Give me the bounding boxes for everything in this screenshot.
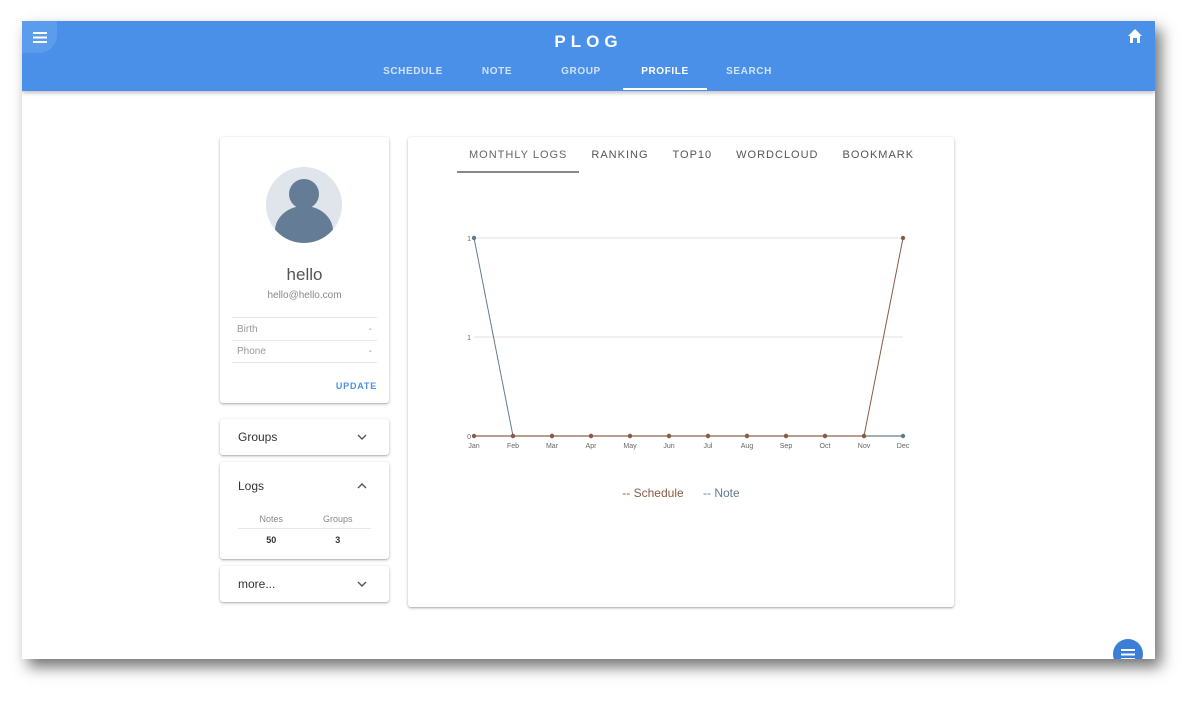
update-button[interactable]: UPDATE [336, 381, 377, 391]
data-point-schedule [588, 433, 594, 439]
birth-row: Birth - [232, 317, 377, 340]
x-tick-label: Jul [704, 443, 713, 450]
tab-top10[interactable]: TOP10 [661, 137, 725, 173]
data-point-schedule [627, 433, 633, 439]
chart-legend: -- Schedule -- Note [408, 486, 954, 500]
y-tick-label: 1 [467, 335, 471, 342]
data-point-schedule [666, 433, 672, 439]
phone-row: Phone - [232, 340, 377, 363]
x-tick-label: Nov [858, 443, 871, 450]
avatar [266, 167, 342, 243]
birth-label: Birth [237, 323, 258, 335]
more-panel-header[interactable]: more... [220, 566, 389, 602]
data-point-schedule [549, 433, 555, 439]
tab-monthly-logs[interactable]: MONTHLY LOGS [457, 137, 580, 173]
data-point-schedule [705, 433, 711, 439]
notes-header: Notes [259, 514, 283, 524]
profile-email: hello@hello.com [267, 290, 342, 301]
legend-schedule: -- Schedule [622, 486, 684, 500]
groups-panel-header[interactable]: Groups [220, 419, 389, 455]
x-tick-label: Jun [663, 443, 674, 450]
logs-table-header: Notes Groups [238, 514, 371, 529]
groups-panel-label: Groups [238, 430, 278, 444]
y-tick-label: 1 [467, 236, 471, 243]
profile-name: hello [286, 265, 323, 284]
chart-card: MONTHLY LOGS RANKING TOP10 WORDCLOUD BOO… [408, 137, 954, 607]
x-tick-label: Oct [820, 443, 831, 450]
data-point-schedule [510, 433, 516, 439]
birth-value: - [368, 323, 372, 335]
data-point-schedule [744, 433, 750, 439]
groups-header: Groups [322, 514, 353, 524]
app-window: PLOG SCHEDULE NOTE GROUP PROFILE SEARCH … [22, 21, 1155, 659]
x-tick-label: Aug [741, 443, 754, 450]
data-point-schedule [900, 235, 906, 241]
data-point-schedule [783, 433, 789, 439]
logs-panel: Logs Notes Groups 50 3 [220, 462, 389, 559]
app-title: PLOG [554, 32, 623, 51]
logs-table: Notes Groups 50 3 [238, 514, 371, 551]
data-point-schedule [861, 433, 867, 439]
profile-card: hello hello@hello.com Birth - Phone - UP… [220, 137, 389, 403]
x-tick-label: May [623, 443, 637, 450]
nav-tab-profile[interactable]: PROFILE [623, 59, 707, 91]
tab-bookmark[interactable]: BOOKMARK [831, 137, 927, 173]
data-point-note [900, 433, 906, 439]
app-bar: PLOG SCHEDULE NOTE GROUP PROFILE SEARCH [22, 21, 1155, 91]
legend-note: -- Note [703, 486, 740, 500]
phone-label: Phone [237, 346, 266, 357]
chevron-down-icon [357, 581, 367, 587]
chart-tabs: MONTHLY LOGS RANKING TOP10 WORDCLOUD BOO… [457, 137, 926, 173]
nav-tab-note[interactable]: NOTE [455, 59, 539, 91]
x-tick-label: Apr [586, 443, 598, 450]
groups-count: 3 [335, 535, 341, 545]
y-tick-label: 0 [467, 434, 471, 441]
fab-menu-button[interactable] [1113, 639, 1143, 659]
logs-table-row: 50 3 [238, 529, 371, 551]
nav-tab-search[interactable]: SEARCH [707, 59, 791, 91]
tab-ranking[interactable]: RANKING [579, 137, 660, 173]
more-panel[interactable]: more... [220, 566, 389, 602]
nav-tab-schedule[interactable]: SCHEDULE [371, 59, 455, 91]
menu-icon [1121, 648, 1135, 659]
data-point-note [471, 235, 477, 241]
logs-panel-header[interactable]: Logs [220, 462, 389, 510]
logs-panel-label: Logs [238, 479, 265, 493]
user-icon [275, 179, 333, 243]
monthly-logs-chart: 0 1 1 Jan Feb Mar Apr May Jun Jul Aug Sep Oct Nov Dec [467, 235, 910, 450]
more-panel-label: more... [238, 577, 276, 591]
tab-wordcloud[interactable]: WORDCLOUD [724, 137, 830, 173]
notes-count: 50 [266, 535, 277, 545]
data-point-schedule [822, 433, 828, 439]
x-tick-label: Dec [897, 443, 910, 450]
x-tick-label: Jan [468, 443, 479, 450]
main-nav-tabs: SCHEDULE NOTE GROUP PROFILE SEARCH [371, 59, 791, 91]
data-point-schedule [471, 433, 477, 439]
nav-tab-group[interactable]: GROUP [539, 59, 623, 91]
groups-panel[interactable]: Groups [220, 419, 389, 455]
x-tick-label: Sep [780, 443, 793, 450]
x-tick-label: Mar [546, 443, 559, 450]
x-tick-label: Feb [507, 443, 519, 450]
chevron-down-icon [357, 434, 367, 440]
phone-value: - [368, 346, 372, 357]
chevron-up-icon [357, 483, 367, 489]
home-icon[interactable] [1127, 28, 1143, 44]
